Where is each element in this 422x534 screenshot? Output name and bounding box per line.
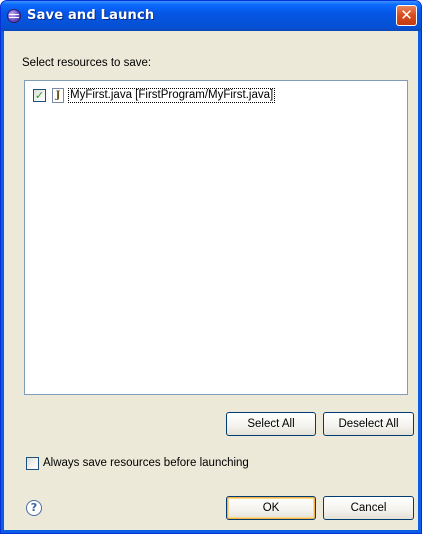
cancel-button[interactable]: Cancel bbox=[323, 496, 414, 520]
window-title: Save and Launch bbox=[27, 8, 155, 23]
checkmark-icon: ✓ bbox=[34, 89, 45, 102]
always-save-checkbox[interactable] bbox=[26, 457, 39, 470]
select-resources-label: Select resources to save: bbox=[22, 57, 152, 69]
close-button[interactable]: ✕ bbox=[396, 5, 417, 26]
select-all-button[interactable]: Select All bbox=[226, 412, 316, 436]
dialog-body: Select resources to save: ✓ J MyFirst.ja… bbox=[4, 31, 418, 530]
always-save-label: Always save resources before launching bbox=[43, 457, 249, 469]
resource-label: MyFirst.java [FirstProgram/MyFirst.java] bbox=[68, 88, 276, 103]
close-icon: ✕ bbox=[400, 6, 413, 24]
deselect-all-button[interactable]: Deselect All bbox=[323, 412, 414, 436]
eclipse-icon bbox=[7, 9, 21, 23]
title-bar[interactable]: Save and Launch ✕ bbox=[1, 1, 421, 31]
java-file-icon: J bbox=[52, 88, 64, 103]
help-icon[interactable]: ? bbox=[26, 500, 42, 516]
resource-list[interactable]: ✓ J MyFirst.java [FirstProgram/MyFirst.j… bbox=[24, 80, 408, 395]
resource-checkbox[interactable]: ✓ bbox=[33, 89, 46, 102]
ok-button[interactable]: OK bbox=[226, 496, 316, 520]
dialog-window: Save and Launch ✕ Select resources to sa… bbox=[0, 0, 422, 534]
